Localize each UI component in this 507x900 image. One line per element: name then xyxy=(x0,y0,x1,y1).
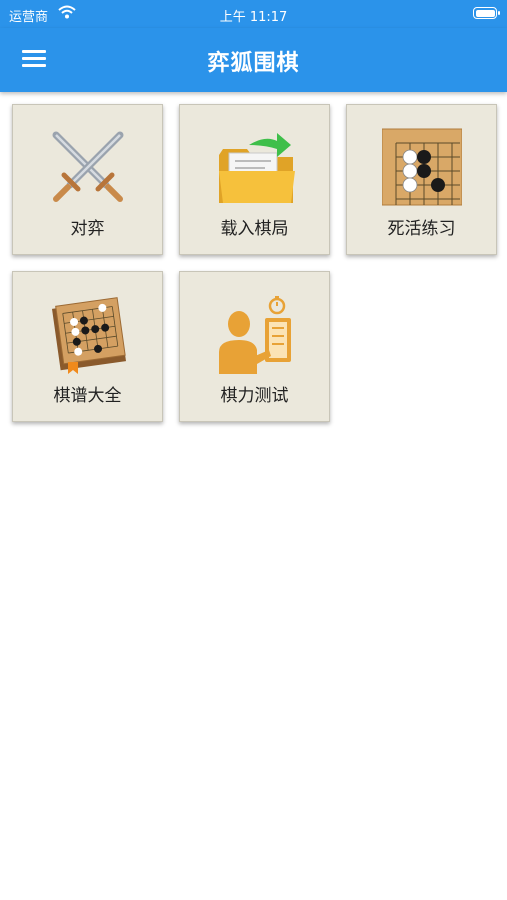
tile-label: 棋谱大全 xyxy=(53,386,122,406)
crossed-swords-icon xyxy=(52,131,124,202)
tile-life-death-practice[interactable]: 死活练习 xyxy=(346,104,497,255)
status-time: 上午 11:17 xyxy=(219,10,288,25)
battery-icon xyxy=(473,7,500,19)
tile-label: 载入棋局 xyxy=(220,219,289,239)
status-bar: 运营商 上午 11:17 xyxy=(0,0,507,28)
go-book-icon xyxy=(52,297,126,374)
go-board-corner-icon xyxy=(382,128,462,206)
app-bar: 弈狐围棋 xyxy=(0,28,507,92)
player-test-icon xyxy=(219,296,291,374)
tile-play[interactable]: 对弈 xyxy=(12,104,163,255)
folder-import-icon xyxy=(219,133,295,203)
page-title: 弈狐围棋 xyxy=(207,51,300,76)
tile-label: 死活练习 xyxy=(387,219,456,239)
tile-label: 对弈 xyxy=(70,219,105,239)
tile-load-game[interactable]: 载入棋局 xyxy=(179,104,330,255)
tile-strength-test[interactable]: 棋力测试 xyxy=(179,271,330,422)
tile-label: 棋力测试 xyxy=(220,386,289,406)
tile-game-records[interactable]: 棋谱大全 xyxy=(12,271,163,422)
